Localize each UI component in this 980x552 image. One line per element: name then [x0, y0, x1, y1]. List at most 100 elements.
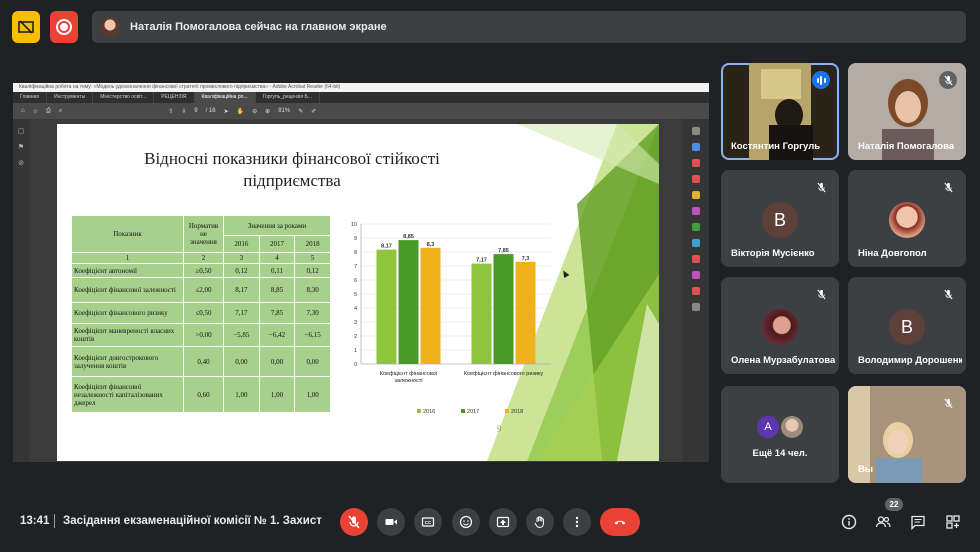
comment-icon[interactable]: ✎	[298, 108, 303, 115]
participant-tile[interactable]: Наталія Помогалова	[848, 63, 966, 160]
presentation-slide: Відносні показники фінансової стійкості …	[57, 124, 659, 461]
presentation-off-button[interactable]	[12, 11, 40, 43]
print-icon[interactable]: ⎙	[46, 108, 51, 115]
tool-icon[interactable]	[692, 143, 700, 151]
mic-toggle-button[interactable]	[340, 508, 368, 536]
table-row: Коефіцієнт фінансової залежності ≤2,00 8…	[71, 277, 331, 303]
select-icon[interactable]: ➤	[224, 108, 229, 115]
y-tick-label: 3	[354, 320, 357, 326]
leave-call-button[interactable]	[600, 508, 640, 536]
emoji-button[interactable]	[452, 508, 480, 536]
tool-icon[interactable]	[692, 159, 700, 167]
activities-button[interactable]	[942, 511, 964, 533]
self-tile[interactable]: Вы	[848, 386, 966, 483]
table-row: Коефіцієнт довгострокового залучення кош…	[71, 346, 331, 377]
captions-button[interactable]: CC	[414, 508, 442, 536]
participant-name: Костянтин Горгуль	[731, 141, 821, 152]
legend-label: 2016	[423, 409, 435, 415]
present-screen-button[interactable]	[489, 508, 517, 536]
acrobat-tab[interactable]: Главная	[13, 92, 48, 103]
more-options-button[interactable]	[563, 508, 591, 536]
tool-icon[interactable]	[692, 287, 700, 295]
presenter-avatar	[100, 17, 120, 37]
table-index-cell: 3	[223, 252, 260, 264]
mic-off-icon	[812, 285, 830, 303]
present-off-icon	[18, 20, 34, 34]
meeting-details-button[interactable]	[838, 511, 860, 533]
table-row: Коефіцієнт фінансової незалежності капіт…	[71, 376, 331, 413]
more-vert-icon	[575, 516, 579, 528]
acrobat-tab[interactable]: Горгуль_рецензія Б...	[256, 92, 320, 103]
data-label: 8,85	[403, 234, 414, 240]
shared-screen: Кваліфікаційна робота на тему: «Модель у…	[13, 83, 709, 462]
participant-tile[interactable]: Ніна Довгопол	[848, 170, 966, 267]
tool-icon[interactable]	[692, 239, 700, 247]
tool-icon[interactable]	[692, 271, 700, 279]
participant-tile[interactable]: Костянтин Горгуль	[721, 63, 839, 160]
star-icon[interactable]: ☆	[33, 108, 38, 115]
acrobat-tab[interactable]: РЕЦЕНЗІЯ	[154, 92, 195, 103]
y-tick-label: 10	[351, 222, 357, 228]
participant-name: Ніна Довгопол	[858, 248, 927, 259]
y-tick-label: 7	[354, 264, 357, 270]
acrobat-tab-bar: Главная Инструменты Міністерство освіт..…	[13, 92, 709, 103]
recording-button[interactable]	[50, 11, 78, 43]
meeting-title: Засідання екзаменаційної комісії № 1. За…	[63, 515, 325, 527]
participant-name: Олена Мурзабулатова	[731, 355, 835, 366]
speaking-indicator-icon	[812, 71, 830, 89]
hand-icon[interactable]: ✋	[237, 108, 244, 115]
bar	[493, 254, 514, 364]
page-up-icon[interactable]: ⇧	[168, 108, 173, 115]
acrobat-tab[interactable]: Міністерство освіт...	[93, 92, 155, 103]
acrobat-title-bar: Кваліфікаційна робота на тему: «Модель у…	[13, 83, 709, 92]
people-button[interactable]	[872, 511, 894, 533]
acrobat-tab-active[interactable]: Кваліфікаційна ро...	[194, 92, 256, 103]
table-cell: 1,00	[223, 376, 260, 413]
page-current[interactable]: 9	[194, 108, 197, 114]
page-down-icon[interactable]: ⇩	[181, 108, 186, 115]
zoom-in-icon[interactable]: ⊕	[265, 108, 270, 115]
participant-tile[interactable]: Олена Мурзабулатова	[721, 277, 839, 374]
y-tick-label: 5	[354, 292, 357, 298]
tool-icon[interactable]	[692, 223, 700, 231]
table-row-name: Коефіцієнт фінансової незалежності капіт…	[71, 376, 184, 413]
home-icon[interactable]: ⌂	[21, 108, 25, 114]
raise-hand-button[interactable]	[526, 508, 554, 536]
tool-icon[interactable]	[692, 175, 700, 183]
table-cell: 8,85	[258, 277, 296, 303]
pen-icon[interactable]: ✐	[311, 108, 316, 115]
camera-toggle-button[interactable]	[377, 508, 405, 536]
participant-name: Вікторія Мусієнко	[731, 248, 815, 259]
tool-icon[interactable]	[692, 127, 700, 135]
captions-icon: CC	[421, 517, 435, 527]
tool-icon[interactable]	[692, 255, 700, 263]
svg-text:CC: CC	[425, 520, 432, 525]
table-cell: 0,12	[223, 263, 260, 278]
table-cell: −6,15	[294, 323, 331, 347]
pages-icon[interactable]: ▢	[13, 127, 29, 135]
participant-tile[interactable]: В Володимир Дорошенко	[848, 277, 966, 374]
attachment-icon[interactable]: ⊘	[13, 159, 29, 167]
table-header-year: 2017	[258, 235, 296, 253]
chat-button[interactable]	[907, 511, 929, 533]
participant-tile[interactable]: В Вікторія Мусієнко	[721, 170, 839, 267]
tool-icon[interactable]	[692, 191, 700, 199]
bookmark-icon[interactable]: ⚑	[13, 143, 29, 151]
hang-up-icon	[614, 520, 626, 525]
tool-icon[interactable]	[692, 303, 700, 311]
table-cell: 8,30	[294, 277, 331, 303]
x-category-label: Коефіцієнт фінансового ризику	[464, 371, 544, 377]
search-icon[interactable]: ⌕	[59, 108, 62, 115]
presenter-banner: Наталія Помогалова сейчас на главном экр…	[92, 11, 966, 43]
y-tick-label: 2	[354, 334, 357, 340]
mic-off-icon	[939, 394, 957, 412]
table-header-indicator: Показник	[71, 215, 184, 253]
zoom-level[interactable]: 81%	[278, 108, 290, 114]
y-tick-label: 4	[354, 306, 357, 312]
data-label: 7,17	[476, 258, 487, 264]
more-participants-tile[interactable]: А Ещё 14 чел.	[721, 386, 839, 483]
mic-off-icon	[939, 285, 957, 303]
zoom-out-icon[interactable]: ⊖	[252, 108, 257, 115]
tool-icon[interactable]	[692, 207, 700, 215]
acrobat-tab[interactable]: Инструменты	[47, 92, 94, 103]
